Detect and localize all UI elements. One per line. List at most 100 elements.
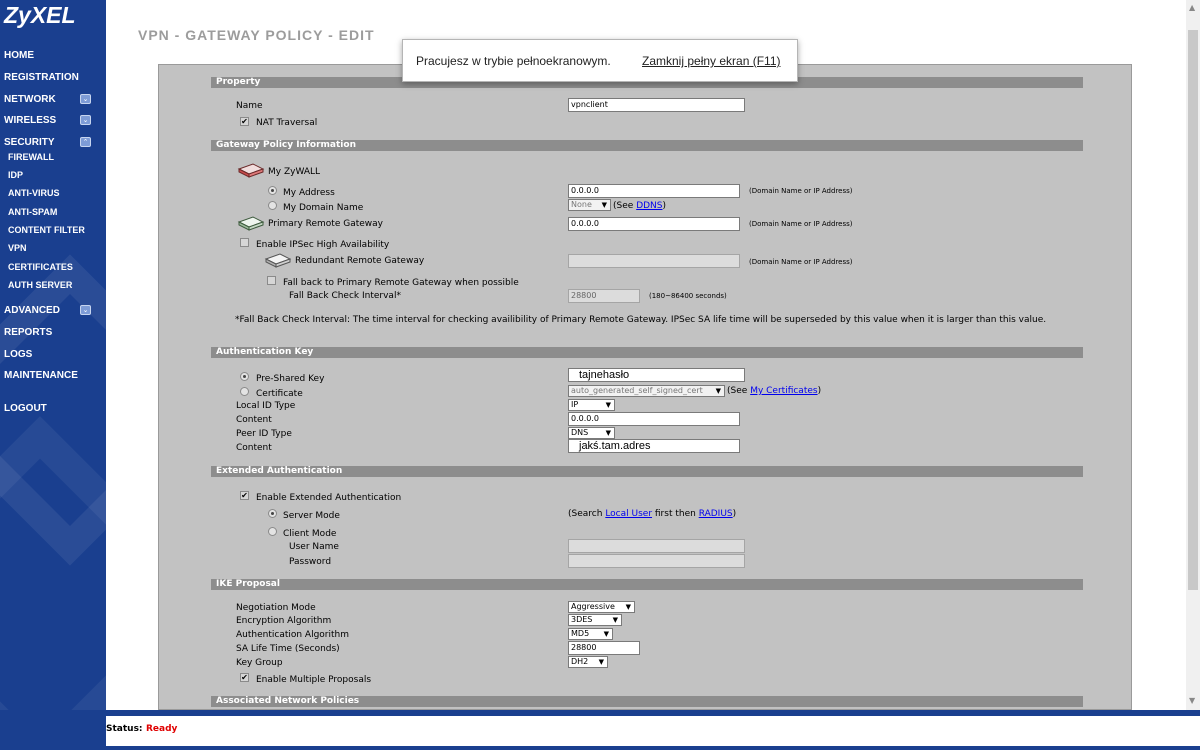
vertical-scrollbar[interactable]: ▲ ▼ <box>1186 0 1200 710</box>
scroll-up-icon[interactable]: ▲ <box>1189 3 1195 12</box>
sidebar-subitem-anti-virus[interactable]: ANTI-VIRUS <box>8 188 60 198</box>
remote-gateway-icon <box>237 216 265 231</box>
fallback-label: Fall back to Primary Remote Gateway when… <box>283 278 519 288</box>
sidebar-item-reports[interactable]: REPORTS <box>4 327 52 338</box>
local-content-input[interactable]: 0.0.0.0 <box>568 412 740 426</box>
peer-content-label: Content <box>236 443 272 453</box>
dropdown-arrow-icon: ▼ <box>603 630 609 638</box>
sidebar-item-advanced[interactable]: ADVANCED <box>4 305 60 316</box>
enable-extended-auth-label: Enable Extended Authentication <box>256 493 402 503</box>
dropdown-arrow-icon: ▼ <box>612 616 618 624</box>
section-header-authentication-key: Authentication Key <box>211 347 1083 358</box>
pre-shared-key-radio[interactable] <box>240 372 249 381</box>
my-certificates-link[interactable]: My Certificates <box>750 386 817 396</box>
peer-content-input[interactable]: jakś.tam.adres <box>568 439 740 453</box>
fallback-checkbox[interactable] <box>267 276 276 285</box>
sidebar-item-logs[interactable]: LOGS <box>4 349 32 360</box>
sidebar-subitem-auth-server[interactable]: AUTH SERVER <box>8 280 72 290</box>
nat-traversal-checkbox[interactable]: ✔ <box>240 117 249 126</box>
ipsec-ha-label: Enable IPSec High Availability <box>256 240 390 250</box>
my-domain-select[interactable]: None ▼ <box>568 199 611 211</box>
ddns-link[interactable]: DDNS <box>636 201 662 211</box>
sidebar-item-home[interactable]: HOME <box>4 50 34 61</box>
sidebar-subitem-certificates[interactable]: CERTIFICATES <box>8 262 73 272</box>
section-header-gateway-policy: Gateway Policy Information <box>211 140 1083 151</box>
section-header-ike-proposal: IKE Proposal <box>211 579 1083 590</box>
enable-extended-auth-checkbox[interactable]: ✔ <box>240 491 249 500</box>
sa-life-time-input[interactable]: 28800 <box>568 641 640 655</box>
status-label: Status: <box>106 724 143 734</box>
pre-shared-key-label: Pre-Shared Key <box>256 374 325 384</box>
sidebar-subitem-idp[interactable]: IDP <box>8 170 23 180</box>
certificate-radio[interactable] <box>240 387 249 396</box>
my-address-hint: (Domain Name or IP Address) <box>749 187 853 195</box>
expand-icon[interactable]: ⌄ <box>80 115 91 125</box>
local-id-type-select[interactable]: IP ▼ <box>568 399 615 411</box>
encryption-algorithm-select[interactable]: 3DES ▼ <box>568 614 622 626</box>
certificate-select[interactable]: auto_generated_self_signed_cert ▼ <box>568 385 725 397</box>
negotiation-mode-select[interactable]: Aggressive ▼ <box>568 601 635 613</box>
fallback-interval-label: Fall Back Check Interval* <box>289 291 401 301</box>
server-mode-radio[interactable] <box>268 509 277 518</box>
authentication-algorithm-value: MD5 <box>571 629 590 638</box>
local-id-type-label: Local ID Type <box>236 401 296 411</box>
local-user-link[interactable]: Local User <box>605 509 652 519</box>
client-mode-radio[interactable] <box>268 527 277 536</box>
server-mode-label: Server Mode <box>283 511 340 521</box>
scroll-down-icon[interactable]: ▼ <box>1189 696 1195 705</box>
sidebar-subitem-anti-spam[interactable]: ANTI-SPAM <box>8 207 57 217</box>
my-address-input[interactable]: 0.0.0.0 <box>568 184 740 198</box>
name-label: Name <box>236 101 263 111</box>
negotiation-mode-value: Aggressive <box>571 602 615 611</box>
expand-icon[interactable]: ⌄ <box>80 94 91 104</box>
section-header-associated-network-policies: Associated Network Policies <box>211 696 1083 707</box>
sidebar-subitem-content-filter[interactable]: CONTENT FILTER <box>8 225 85 235</box>
sidebar-item-registration[interactable]: REGISTRATION <box>4 72 79 83</box>
key-group-select[interactable]: DH2 ▼ <box>568 656 608 668</box>
dropdown-arrow-icon: ▼ <box>605 429 611 437</box>
my-address-radio[interactable] <box>268 186 277 195</box>
zyxel-logo: ZyXEL <box>4 2 76 28</box>
my-address-label: My Address <box>283 188 335 198</box>
local-id-type-value: IP <box>571 400 579 409</box>
dropdown-arrow-icon: ▼ <box>625 603 631 611</box>
radius-link[interactable]: RADIUS <box>699 509 733 519</box>
collapse-icon[interactable]: ⌃ <box>80 137 91 147</box>
multiple-proposals-checkbox[interactable]: ✔ <box>240 673 249 682</box>
client-mode-label: Client Mode <box>283 529 337 539</box>
fallback-interval-hint: (180~86400 seconds) <box>649 292 727 300</box>
sidebar-item-network[interactable]: NETWORK <box>4 94 56 105</box>
close-paren-text: ) <box>662 201 667 211</box>
peer-id-type-select[interactable]: DNS ▼ <box>568 427 615 439</box>
user-name-input[interactable] <box>568 539 745 553</box>
pre-shared-key-input[interactable]: tajnehasło <box>568 368 745 382</box>
local-content-label: Content <box>236 415 272 425</box>
sidebar-subitem-firewall[interactable]: FIREWALL <box>8 152 54 162</box>
sidebar-item-security[interactable]: SECURITY <box>4 137 55 148</box>
sidebar-item-maintenance[interactable]: MAINTENANCE <box>4 370 78 381</box>
name-input[interactable]: vpnclient <box>568 98 745 112</box>
see-text: (See <box>727 386 748 396</box>
page-title: VPN - GATEWAY POLICY - EDIT <box>138 27 375 43</box>
redundant-gateway-icon <box>264 253 292 268</box>
exit-fullscreen-link[interactable]: Zamknij pełny ekran (F11) <box>642 54 781 68</box>
my-domain-radio[interactable] <box>268 201 277 210</box>
sidebar-item-wireless[interactable]: WIRELESS <box>4 115 56 126</box>
password-input[interactable] <box>568 554 745 568</box>
primary-remote-gateway-input[interactable]: 0.0.0.0 <box>568 217 740 231</box>
redundant-remote-gateway-input[interactable] <box>568 254 740 268</box>
expand-icon[interactable]: ⌄ <box>80 305 91 315</box>
dropdown-arrow-icon: ▼ <box>598 658 604 666</box>
sidebar-subitem-vpn[interactable]: VPN <box>8 243 27 253</box>
peer-id-type-value: DNS <box>571 428 589 437</box>
sidebar-item-logout[interactable]: LOGOUT <box>4 403 47 414</box>
status-bar <box>0 710 1200 750</box>
close-paren-text: ) <box>732 509 737 519</box>
fallback-interval-input[interactable]: 28800 <box>568 289 640 303</box>
encryption-algorithm-label: Encryption Algorithm <box>236 616 332 626</box>
certificates-hint: (See My Certificates) <box>727 386 821 396</box>
scrollbar-thumb[interactable] <box>1188 30 1198 590</box>
ipsec-ha-checkbox[interactable] <box>240 238 249 247</box>
authentication-algorithm-select[interactable]: MD5 ▼ <box>568 628 613 640</box>
sa-life-time-label: SA Life Time (Seconds) <box>236 644 340 654</box>
